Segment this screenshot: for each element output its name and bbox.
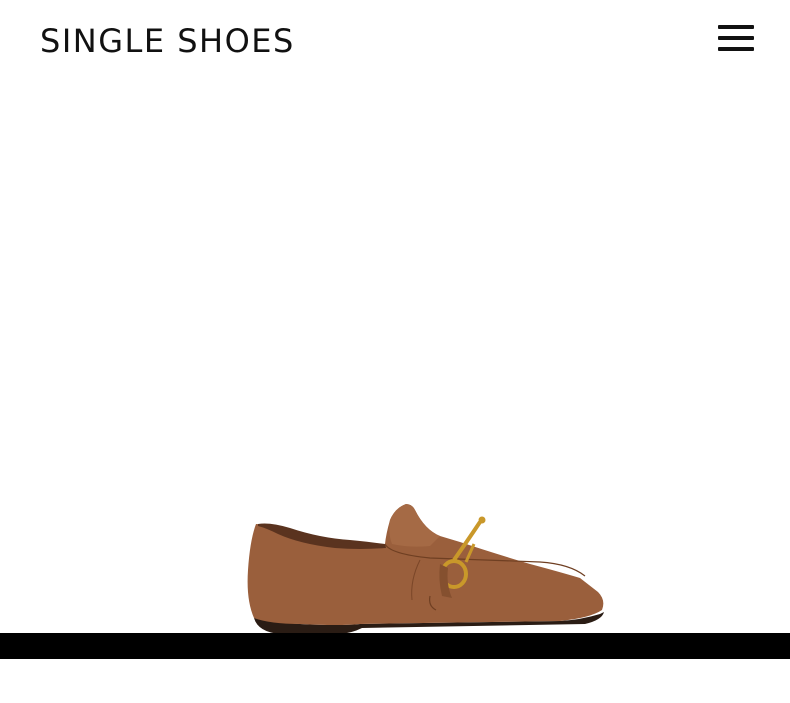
product-image-loafer[interactable] xyxy=(240,500,610,640)
shoe-tongue xyxy=(389,504,440,547)
shoe-upper xyxy=(247,504,604,625)
hamburger-menu-icon xyxy=(718,25,754,29)
hamburger-menu-icon-bar xyxy=(718,36,754,40)
brand-logo[interactable]: SINGLE SHOES xyxy=(40,21,295,61)
page: SINGLE SHOES xyxy=(0,0,790,703)
content-below xyxy=(0,659,790,703)
hamburger-menu-icon-bar xyxy=(718,47,754,51)
slider-bar xyxy=(0,633,790,659)
menu-button[interactable] xyxy=(714,22,758,58)
site-header: SINGLE SHOES xyxy=(0,0,790,82)
hero-banner xyxy=(0,82,790,634)
